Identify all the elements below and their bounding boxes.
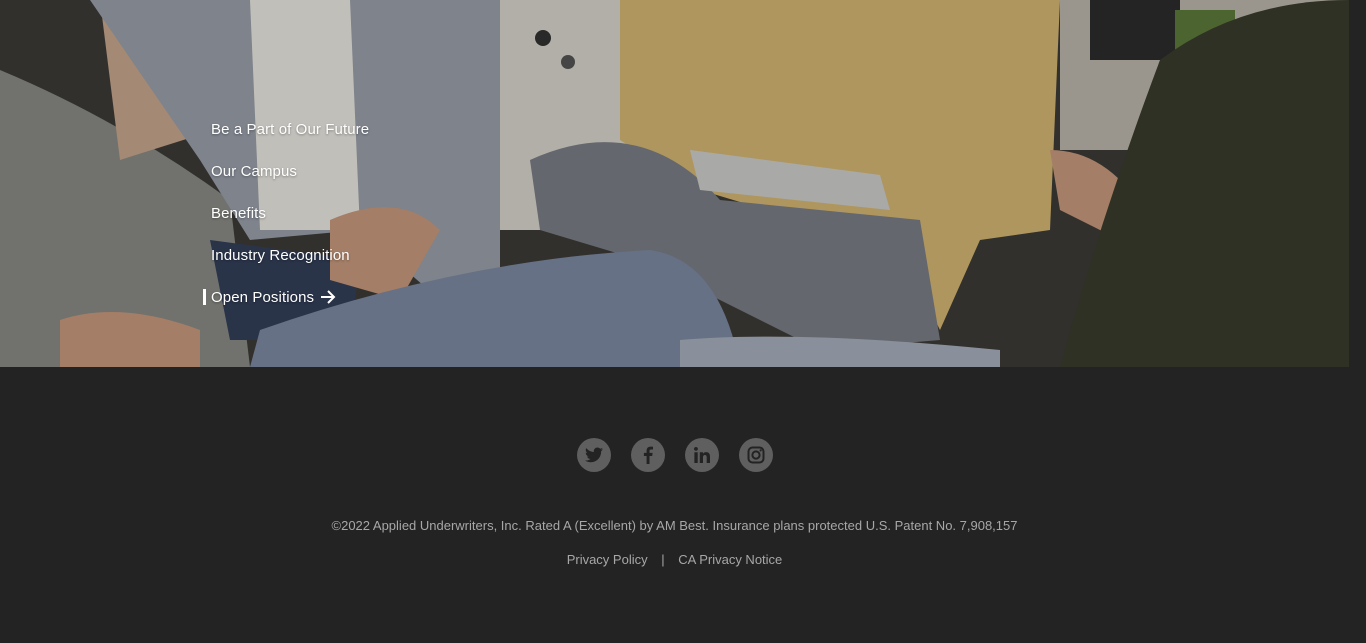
arrow-right-icon — [320, 290, 336, 304]
nav-open-positions-label: Open Positions — [211, 288, 315, 306]
hero-photo — [0, 0, 1349, 367]
instagram-icon[interactable] — [739, 438, 773, 472]
site-footer: ©2022 Applied Underwriters, Inc. Rated A… — [0, 367, 1349, 643]
privacy-policy-link[interactable]: Privacy Policy — [567, 552, 648, 567]
ca-privacy-notice-link[interactable]: CA Privacy Notice — [678, 552, 782, 567]
linkedin-icon[interactable] — [685, 438, 719, 472]
legal-links: Privacy Policy | CA Privacy Notice — [0, 552, 1349, 567]
nav-our-campus[interactable]: Our Campus — [211, 160, 369, 182]
careers-subnav: Be a Part of Our Future Our Campus Benef… — [202, 118, 369, 328]
nav-industry-recognition[interactable]: Industry Recognition — [211, 244, 369, 266]
nav-be-a-part-of-our-future[interactable]: Be a Part of Our Future — [211, 118, 369, 140]
page-scrollbar[interactable] — [1349, 0, 1366, 643]
nav-benefits[interactable]: Benefits — [211, 202, 369, 224]
copyright-text: ©2022 Applied Underwriters, Inc. Rated A… — [331, 518, 1018, 533]
link-separator: | — [661, 552, 665, 567]
hero-banner: Be a Part of Our Future Our Campus Benef… — [0, 0, 1349, 367]
social-links — [577, 438, 773, 472]
nav-open-positions[interactable]: Open Positions — [202, 286, 369, 308]
twitter-icon[interactable] — [577, 438, 611, 472]
facebook-icon[interactable] — [631, 438, 665, 472]
